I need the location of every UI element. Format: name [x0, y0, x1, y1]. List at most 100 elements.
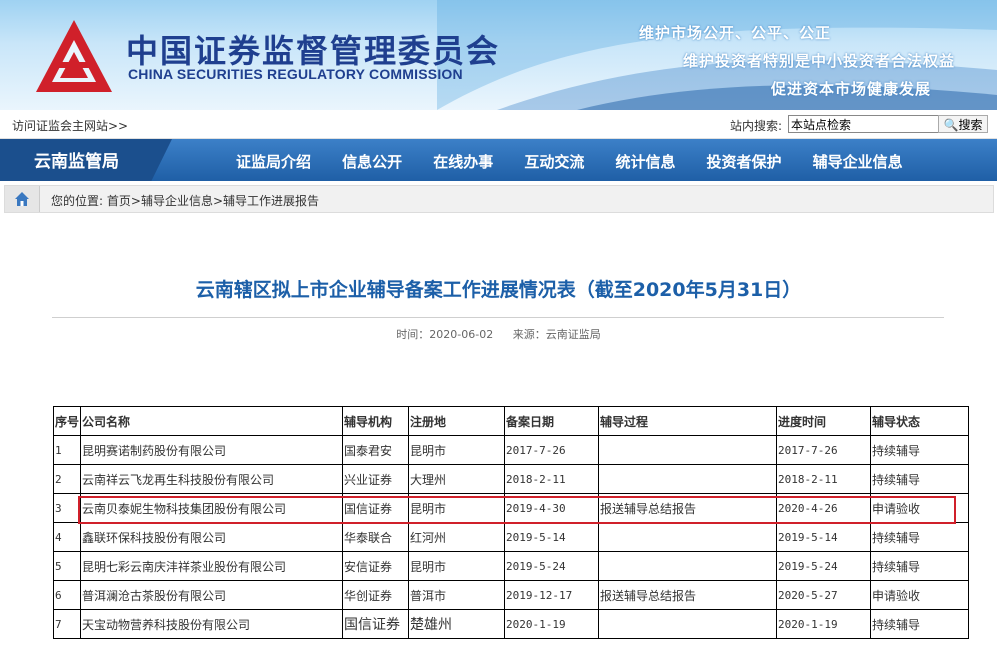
cell-progress-date: 2020-4-26	[776, 493, 872, 523]
cell-agency: 安信证券	[342, 551, 410, 581]
nav-item-investor-protection[interactable]: 投资者保护	[707, 151, 782, 172]
breadcrumb-path: 您的位置: 首页>辅导企业信息>辅导工作进展报告	[51, 192, 319, 209]
cell-progress-date: 2018-2-11	[776, 464, 872, 494]
cell-status: 申请验收	[870, 580, 970, 610]
article-meta: 时间：2020-06-02 来源：云南证监局	[0, 326, 997, 342]
table-row: 6 普洱澜沧古茶股份有限公司 华创证券 普洱市 2019-12-17 报送辅导总…	[52, 580, 970, 610]
cell-company: 云南祥云飞龙再生科技股份有限公司	[80, 464, 344, 494]
bureau-name: 云南监管局	[0, 139, 172, 181]
guidance-progress-table: 序号 公司名称 辅导机构 注册地 备案日期 辅导过程 进度时间 辅导状态 1 昆…	[52, 406, 970, 639]
header-process: 辅导过程	[598, 406, 778, 436]
cell-progress-date: 2020-1-19	[776, 609, 872, 639]
search-button-label: 搜索	[958, 118, 983, 132]
nav-item-online-service[interactable]: 在线办事	[433, 151, 493, 172]
home-icon	[15, 192, 29, 206]
breadcrumb-item-progress-report[interactable]: 辅导工作进展报告	[223, 194, 319, 208]
cell-progress-date: 2019-5-24	[776, 551, 872, 581]
table-row: 3 云南贝泰妮生物科技集团股份有限公司 国信证券 昆明市 2019-4-30 报…	[52, 493, 970, 523]
header-location: 注册地	[408, 406, 506, 436]
cell-location: 昆明市	[408, 551, 506, 581]
cell-index: 1	[52, 435, 82, 465]
cell-process	[598, 609, 778, 639]
nav-item-guidance-info[interactable]: 辅导企业信息	[813, 151, 903, 172]
search-input[interactable]	[788, 115, 940, 133]
cell-location: 楚雄州	[408, 609, 506, 639]
site-title-en: CHINA SECURITIES REGULATORY COMMISSION	[128, 66, 463, 82]
header-filing-date: 备案日期	[504, 406, 600, 436]
cell-status: 持续辅导	[870, 609, 970, 639]
csrc-logo-icon	[36, 20, 112, 92]
search-icon: 🔍	[943, 118, 959, 132]
cell-filing-date: 2019-4-30	[504, 493, 600, 523]
table-row: 1 昆明赛诺制药股份有限公司 国泰君安 昆明市 2017-7-26 2017-7…	[52, 435, 970, 465]
cell-company: 昆明七彩云南庆沣祥茶业股份有限公司	[80, 551, 344, 581]
cell-index: 7	[52, 609, 82, 639]
cell-index: 2	[52, 464, 82, 494]
cell-company: 天宝动物营养科技股份有限公司	[80, 609, 344, 639]
cell-process	[598, 551, 778, 581]
cell-company: 昆明赛诺制药股份有限公司	[80, 435, 344, 465]
header-status: 辅导状态	[870, 406, 970, 436]
nav-item-interaction[interactable]: 互动交流	[524, 151, 584, 172]
cell-company: 鑫联环保科技股份有限公司	[80, 522, 344, 552]
header-banner: 中国证券监督管理委员会 CHINA SECURITIES REGULATORY …	[0, 0, 997, 110]
header-agency: 辅导机构	[342, 406, 410, 436]
nav-item-statistics[interactable]: 统计信息	[615, 151, 675, 172]
cell-status: 申请验收	[870, 493, 970, 523]
cell-index: 4	[52, 522, 82, 552]
cell-company: 云南贝泰妮生物科技集团股份有限公司	[80, 493, 344, 523]
cell-filing-date: 2018-2-11	[504, 464, 600, 494]
slogan-3: 促进资本市场健康发展	[770, 80, 931, 98]
cell-filing-date: 2019-5-14	[504, 522, 600, 552]
cell-process	[598, 522, 778, 552]
header-index: 序号	[52, 406, 82, 436]
cell-process: 报送辅导总结报告	[598, 580, 778, 610]
cell-location: 普洱市	[408, 580, 506, 610]
table-row: 2 云南祥云飞龙再生科技股份有限公司 兴业证券 大理州 2018-2-11 20…	[52, 464, 970, 494]
table-row: 4 鑫联环保科技股份有限公司 华泰联合 红河州 2019-5-14 2019-5…	[52, 522, 970, 552]
page-title: 云南辖区拟上市企业辅导备案工作进展情况表（截至2020年5月31日）	[195, 279, 802, 301]
cell-progress-date: 2019-5-14	[776, 522, 872, 552]
cell-process	[598, 435, 778, 465]
cell-agency: 国泰君安	[342, 435, 410, 465]
cell-status: 持续辅导	[870, 464, 970, 494]
breadcrumb-item-guidance[interactable]: 辅导企业信息	[141, 194, 213, 208]
cell-location: 红河州	[408, 522, 506, 552]
table-header-row: 序号 公司名称 辅导机构 注册地 备案日期 辅导过程 进度时间 辅导状态	[52, 406, 970, 436]
cell-process: 报送辅导总结报告	[598, 493, 778, 523]
cell-status: 持续辅导	[870, 522, 970, 552]
slogan-1: 维护市场公开、公平、公正	[638, 24, 831, 42]
header-company: 公司名称	[80, 406, 344, 436]
search-label: 站内搜索:	[730, 119, 783, 133]
utility-bar: 访问证监会主网站>> 站内搜索: 🔍搜索	[0, 112, 997, 139]
cell-filing-date: 2017-7-26	[504, 435, 600, 465]
cell-agency: 华泰联合	[342, 522, 410, 552]
breadcrumb-separator: >	[212, 194, 224, 208]
cell-company: 普洱澜沧古茶股份有限公司	[80, 580, 344, 610]
visit-main-site-link[interactable]: 访问证监会主网站>>	[12, 117, 128, 134]
article-source: 来源：云南证监局	[512, 328, 601, 341]
search-button[interactable]: 🔍搜索	[938, 115, 988, 133]
cell-index: 3	[52, 493, 82, 523]
cell-filing-date: 2019-12-17	[504, 580, 600, 610]
publish-time: 时间：2020-06-02	[396, 328, 494, 341]
home-button[interactable]	[5, 186, 40, 212]
cell-status: 持续辅导	[870, 551, 970, 581]
header-progress-date: 进度时间	[776, 406, 872, 436]
table-row: 5 昆明七彩云南庆沣祥茶业股份有限公司 安信证券 昆明市 2019-5-24 2…	[52, 551, 970, 581]
breadcrumb: 您的位置: 首页>辅导企业信息>辅导工作进展报告	[4, 185, 994, 213]
cell-filing-date: 2020-1-19	[504, 609, 600, 639]
main-nav: 云南监管局 证监局介绍 信息公开 在线办事 互动交流 统计信息 投资者保护 辅导…	[0, 139, 997, 181]
breadcrumb-label: 您的位置:	[51, 194, 104, 208]
cell-progress-date: 2017-7-26	[776, 435, 872, 465]
cell-agency: 国信证券	[342, 609, 410, 639]
cell-status: 持续辅导	[870, 435, 970, 465]
cell-progress-date: 2020-5-27	[776, 580, 872, 610]
nav-item-intro[interactable]: 证监局介绍	[236, 151, 311, 172]
cell-location: 昆明市	[408, 435, 506, 465]
breadcrumb-item-home[interactable]: 首页	[107, 194, 131, 208]
cell-agency: 兴业证券	[342, 464, 410, 494]
nav-menu: 证监局介绍 信息公开 在线办事 互动交流 统计信息 投资者保护 辅导企业信息	[236, 151, 929, 172]
nav-item-info-disclosure[interactable]: 信息公开	[342, 151, 402, 172]
cell-index: 5	[52, 551, 82, 581]
